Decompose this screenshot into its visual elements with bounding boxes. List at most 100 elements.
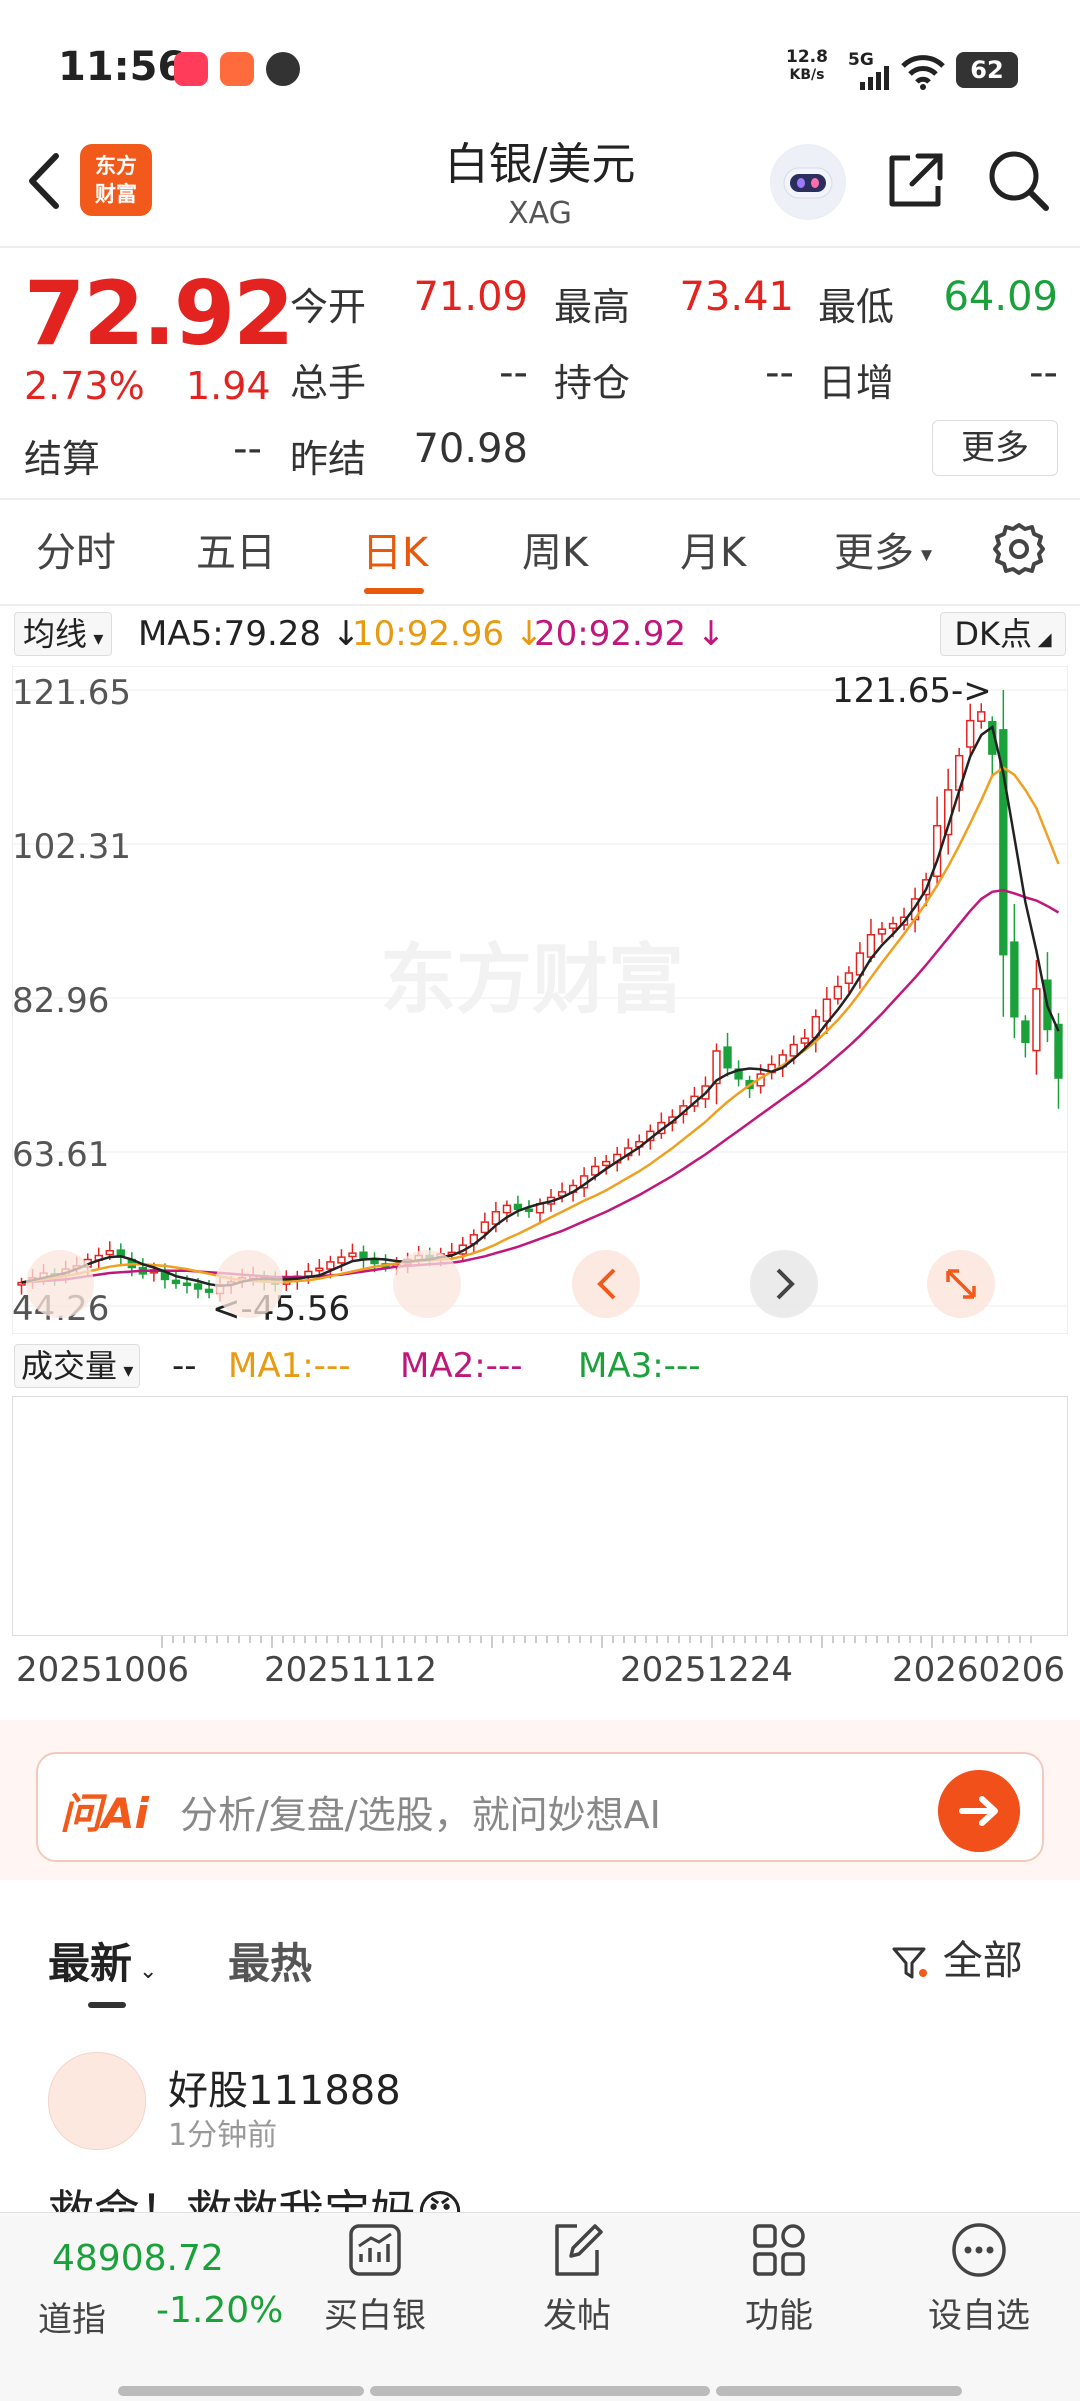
candle-up [822,998,831,1022]
candle-down [524,1208,534,1212]
volume-value: -- [172,1346,197,1386]
date-tick-label: 20251224 [620,1650,794,1690]
tab-more[interactable]: 更多 ▾ [834,520,932,578]
candle-down [182,1282,192,1287]
high-value: 73.41 [679,274,794,320]
prev-settle-label: 昨结 [290,437,367,481]
tab-monthly-k[interactable]: 月K [680,520,746,578]
candle-down [1054,1023,1063,1079]
candle-up [337,1256,346,1264]
more-quote-button[interactable]: 更多 [932,420,1058,476]
prev-settle-value: 70.98 [413,426,528,472]
filter-button[interactable]: 全部 [890,1928,1023,1986]
ai-assistant-icon[interactable] [770,144,846,220]
nav-add-watchlist[interactable]: 设自选 [914,2220,1044,2337]
date-tick-label: 20251112 [264,1650,438,1690]
post-time: 1分钟前 [168,2118,278,2153]
zoom-button[interactable] [393,1250,461,1318]
candle-up [348,1252,357,1258]
divider [0,498,1080,500]
scroll-left-button[interactable] [572,1250,640,1318]
zoom-out-button[interactable] [26,1250,94,1318]
position-label: 持仓 [554,361,631,405]
low-value: 64.09 [943,274,1058,320]
app-notification-icon [174,52,208,86]
nav-buy-silver[interactable]: 买白银 [310,2220,440,2337]
volume-chart[interactable] [12,1396,1068,1636]
post-username[interactable]: 好股111888 [168,2058,401,2116]
trade-chart-icon [349,2224,401,2276]
candle-up [1032,988,1041,1052]
watermark: 东方财富 [380,935,684,1024]
candle-up [877,928,887,935]
candle-down [171,1279,181,1285]
low-label: 最低 [818,285,895,329]
tab-weekly-k[interactable]: 周K [522,520,588,578]
candle-up [888,922,898,929]
feed-tab-latest[interactable]: 最新 ⌄ [48,1930,157,1991]
filter-icon [892,1947,927,1979]
candle-up [480,1221,490,1234]
tab-intraday[interactable]: 分时 [36,520,116,578]
send-button[interactable] [938,1770,1020,1852]
y-tick-label: 82.96 [12,981,109,1021]
candle-up [966,719,975,748]
more-dots-icon [952,2223,1006,2277]
candle-up [105,1250,114,1256]
candle-up [602,1160,611,1167]
candle-up [789,1043,798,1057]
ai-placeholder: 分析/复盘/选股，就问妙想AI [180,1793,661,1837]
settle-label: 结算 [24,437,101,481]
date-tick-label: 20260206 [892,1650,1066,1690]
feed-tab-hot[interactable]: 最热 [228,1930,312,1991]
tab-daily-k[interactable]: 日K [362,520,428,578]
index-change[interactable]: -1.20% [156,2290,283,2331]
indicator-selector[interactable]: 均线 ▾ [14,612,113,656]
candle-down [1010,941,1019,1018]
grid-icon [753,2224,805,2276]
volume-ma1: MA1:--- [228,1346,351,1386]
ma20-value: 20:92.92 ↓ [534,614,726,654]
dk-point-toggle[interactable]: DK点 ◢ [940,612,1066,656]
daily-increase-label: 日增 [818,361,895,405]
volume-indicator-selector[interactable]: 成交量 ▾ [14,1344,141,1388]
candle-up [977,711,986,722]
change-amount: 1.94 [186,364,271,408]
ai-logo: 问Ai [60,1789,149,1838]
candle-up [800,1037,809,1044]
candle-up [304,1270,313,1277]
gear-icon[interactable] [990,520,1048,578]
search-icon[interactable] [986,148,1052,214]
wifi-icon [901,55,945,90]
battery-indicator: 62 [956,52,1018,88]
edit-icon [555,2224,603,2276]
date-tick-label: 20251006 [16,1650,190,1690]
avatar[interactable] [48,2052,146,2150]
zoom-in-button[interactable] [215,1250,283,1318]
open-label: 今开 [290,285,367,329]
tab-five-day[interactable]: 五日 [196,520,276,578]
candle-down [359,1251,368,1260]
divider [0,604,1080,606]
candlestick-chart[interactable]: 东方财富 121.65102.3182.9663.6144.26 121.65-… [12,666,1068,1334]
candle-down [1021,1020,1030,1043]
y-tick-label: 102.31 [12,827,131,867]
daily-increase-value: -- [1029,350,1058,396]
candle-down [723,1046,732,1069]
divider [0,246,1080,248]
index-value[interactable]: 48908.72 [52,2238,224,2279]
candle-up [844,972,854,984]
scroll-right-button[interactable] [750,1250,818,1318]
app-notification-icon [266,52,300,86]
settle-value: -- [233,426,262,472]
app-notification-icon [220,52,254,86]
nav-post[interactable]: 发帖 [512,2220,642,2337]
nav-functions[interactable]: 功能 [714,2220,844,2337]
share-icon[interactable] [882,148,948,214]
active-tab-indicator [364,588,424,594]
candle-up [502,1204,512,1214]
volume-label: 总手 [290,361,367,405]
candle-up [326,1261,335,1270]
position-value: -- [765,350,794,396]
index-name[interactable]: 道指 [38,2292,106,2341]
